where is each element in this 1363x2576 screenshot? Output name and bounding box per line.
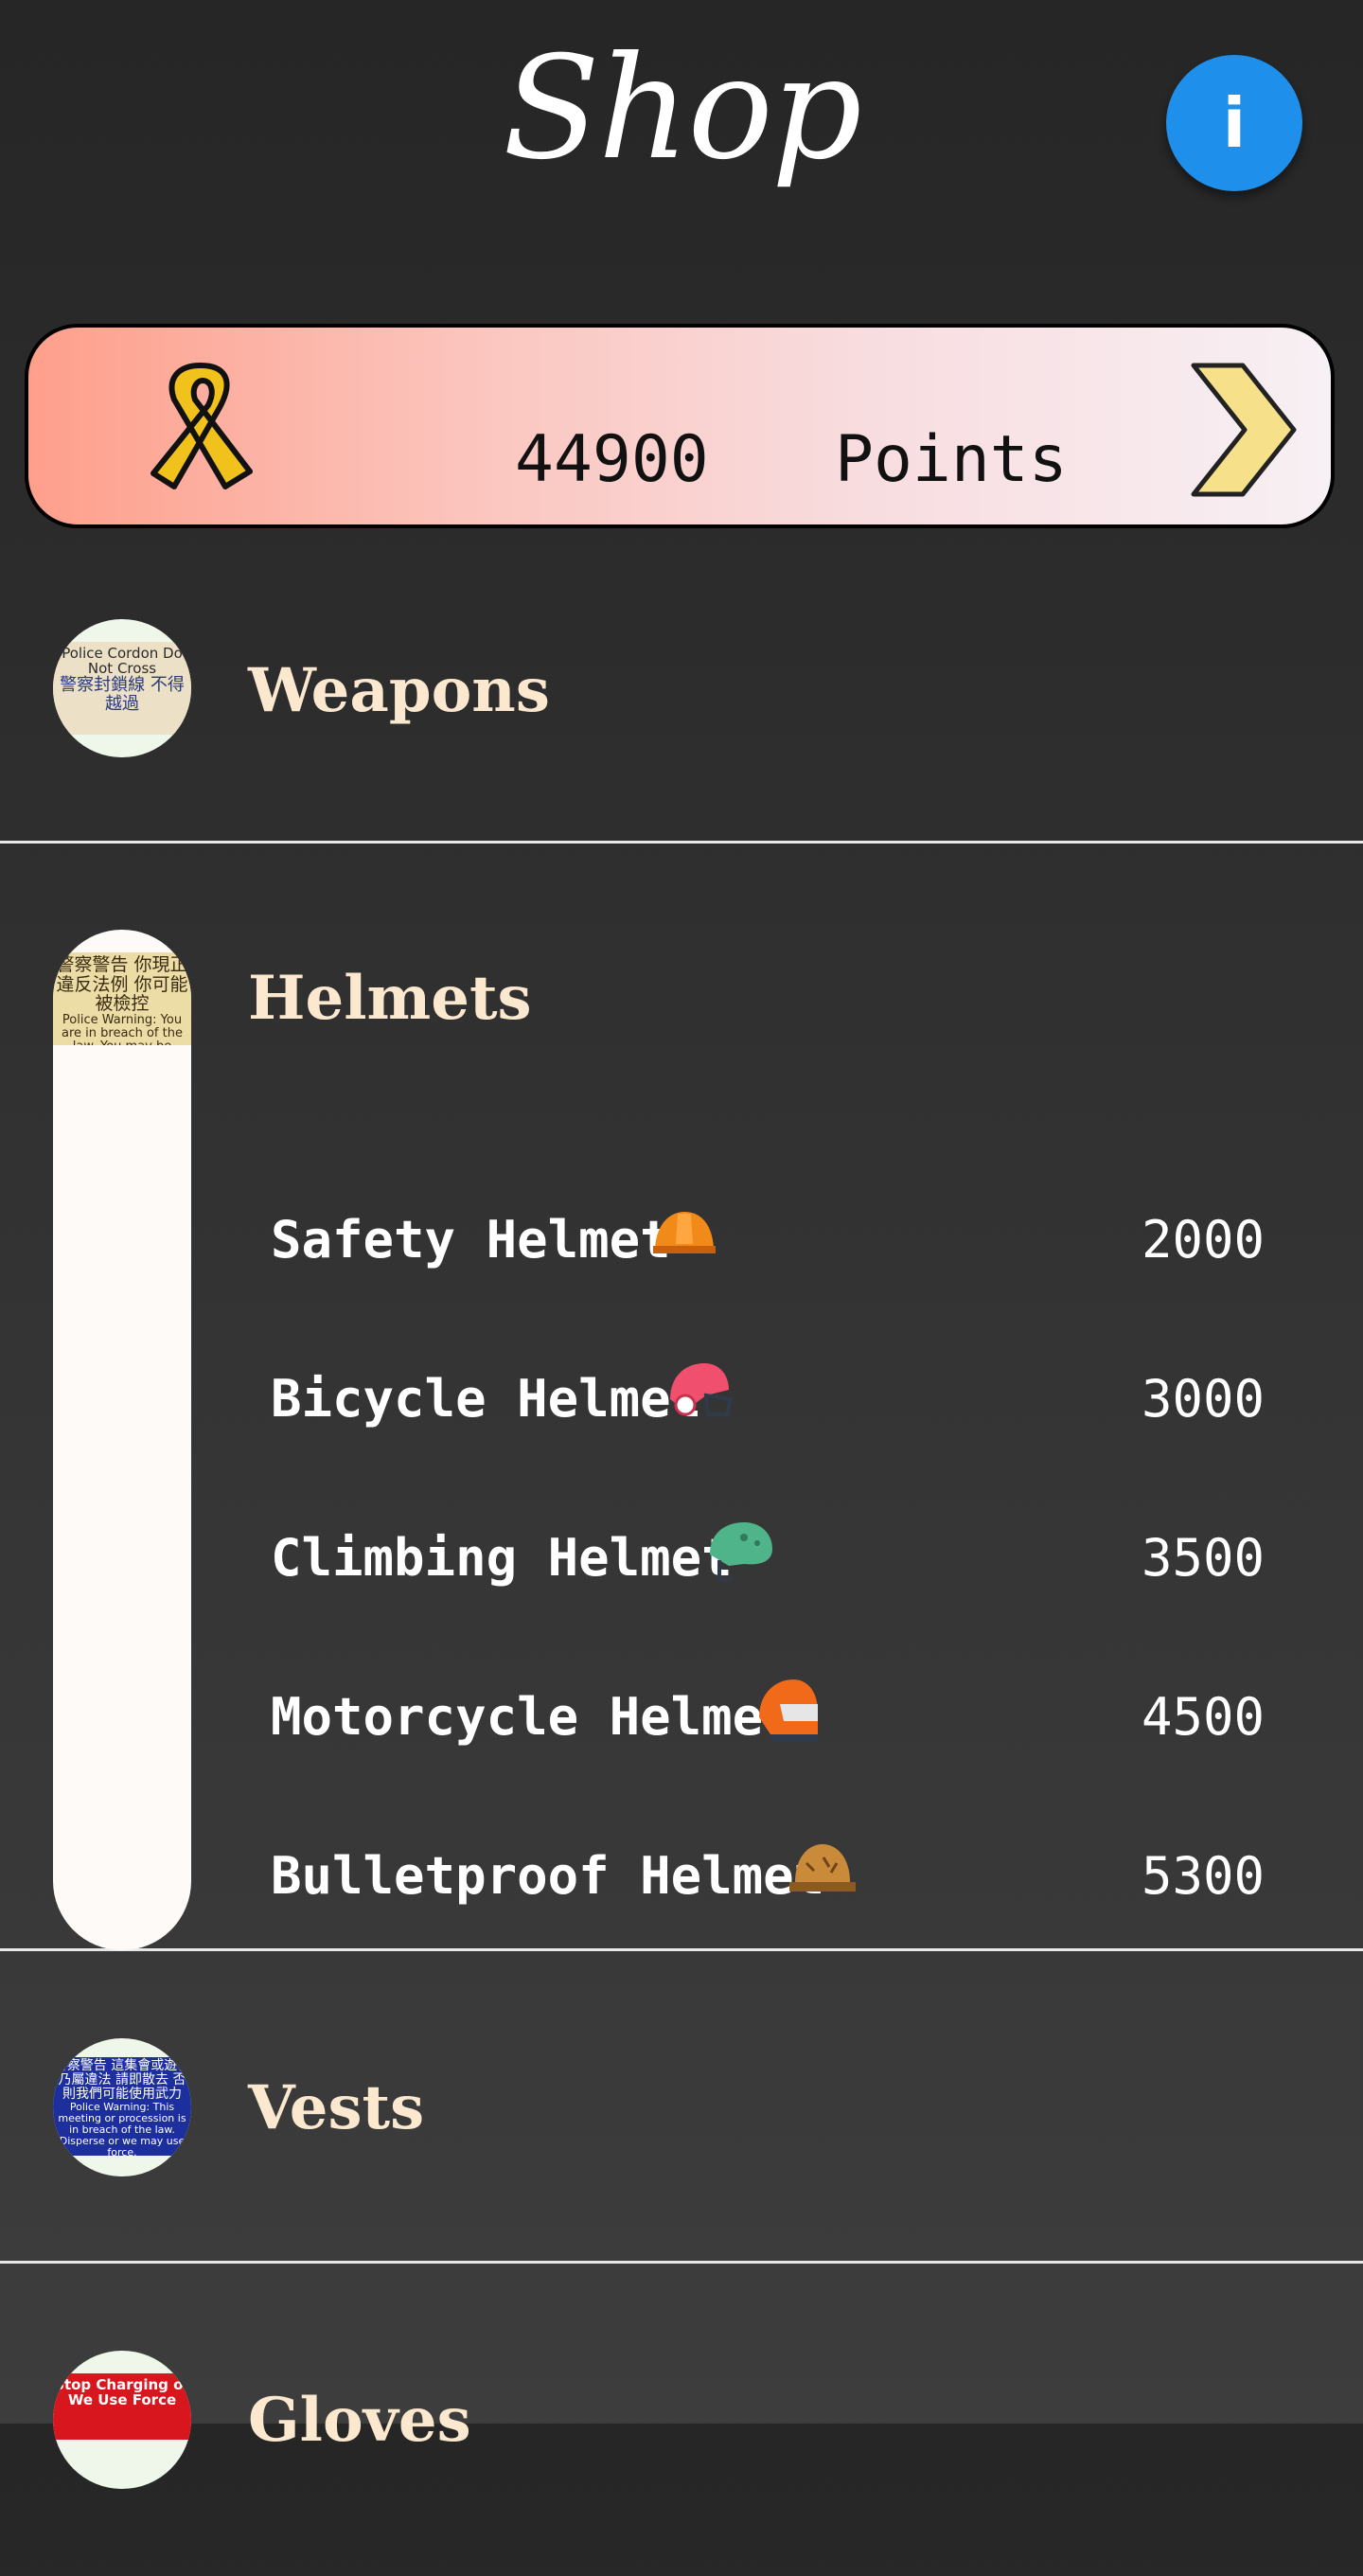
category-title-gloves: Gloves bbox=[248, 2385, 471, 2456]
police-dispersal-sign-icon: 警察警告 這集會或遊行乃屬違法 請即散去 否則我們可能使用武力 Police W… bbox=[53, 2038, 191, 2176]
category-title-helmets: Helmets bbox=[248, 963, 532, 1034]
category-title-vests: Vests bbox=[248, 2072, 425, 2143]
item-price: 4500 bbox=[1141, 1687, 1265, 1747]
info-icon: i bbox=[1222, 83, 1247, 163]
hard-hat-icon bbox=[653, 1212, 716, 1253]
chevron-right-icon[interactable] bbox=[1188, 362, 1300, 498]
points-value: 44900 bbox=[515, 422, 709, 497]
bicycle-helmet-icon bbox=[670, 1363, 734, 1416]
shop-item-climbing-helmet[interactable]: Climbing Helmet 3500 bbox=[271, 1509, 1265, 1604]
dispersal-sign-cn: 警察警告 這集會或遊行乃屬違法 請即散去 否則我們可能使用武力 bbox=[53, 2058, 191, 2103]
cordon-sign-cn: 警察封鎖線 不得越過 bbox=[60, 675, 185, 714]
page-title: Shop bbox=[503, 27, 862, 191]
points-banner[interactable]: 44900 Points bbox=[25, 324, 1335, 528]
dispersal-sign: 警察警告 這集會或遊行乃屬違法 請即散去 否則我們可能使用武力 Police W… bbox=[53, 2057, 191, 2156]
category-weapons[interactable]: Police Cordon Do Not Cross 警察封鎖線 不得越過 We… bbox=[0, 568, 1363, 844]
motorcycle-helmet-icon bbox=[759, 1679, 818, 1742]
police-warning-sign: 警察警告 你現正違反法例 你可能被檢控 Police Warning: You … bbox=[53, 952, 191, 1045]
item-name: Bicycle Helmet bbox=[271, 1369, 702, 1429]
item-name: Motorcycle Helmet bbox=[271, 1687, 794, 1747]
warning-sign-en: Police Warning: You are in breach of the… bbox=[62, 1012, 183, 1045]
item-price: 5300 bbox=[1141, 1846, 1265, 1906]
item-name: Safety Helmet bbox=[271, 1210, 671, 1270]
military-helmet-icon bbox=[789, 1844, 856, 1892]
police-cordon-sign-icon: Police Cordon Do Not Cross 警察封鎖線 不得越過 bbox=[53, 619, 191, 757]
dispersal-sign-en: Police Warning: This meeting or processi… bbox=[58, 2101, 186, 2156]
info-button[interactable]: i bbox=[1166, 55, 1302, 191]
item-price: 3000 bbox=[1141, 1369, 1265, 1429]
shop-item-motorcycle-helmet[interactable]: Motorcycle Helmet 4500 bbox=[271, 1668, 1265, 1763]
category-gloves[interactable]: Stop Charging or We Use Force Gloves bbox=[0, 2264, 1363, 2576]
points-unit-label: Points bbox=[835, 422, 1068, 497]
item-name: Climbing Helmet bbox=[271, 1528, 733, 1588]
shop-item-safety-helmet[interactable]: Safety Helmet 2000 bbox=[271, 1191, 1265, 1286]
warning-sign-cn: 警察警告 你現正違反法例 你可能被檢控 bbox=[56, 954, 188, 1015]
stop-charging-sign-icon: Stop Charging or We Use Force bbox=[53, 2351, 191, 2489]
shop-item-bicycle-helmet[interactable]: Bicycle Helmet 3000 bbox=[271, 1350, 1265, 1445]
shop-item-bulletproof-helmet[interactable]: Bulletproof Helmet 5300 bbox=[271, 1827, 1265, 1922]
helmets-scroll-track: 警察警告 你現正違反法例 你可能被檢控 Police Warning: You … bbox=[53, 930, 191, 1950]
yellow-ribbon-icon bbox=[150, 363, 253, 489]
cordon-sign-en: Police Cordon Do Not Cross bbox=[62, 645, 183, 678]
stop-charging-sign: Stop Charging or We Use Force bbox=[53, 2373, 191, 2440]
item-price: 2000 bbox=[1141, 1210, 1265, 1270]
category-vests[interactable]: 警察警告 這集會或遊行乃屬違法 請即散去 否則我們可能使用武力 Police W… bbox=[0, 1951, 1363, 2264]
category-title-weapons: Weapons bbox=[248, 655, 550, 726]
cordon-sign: Police Cordon Do Not Cross 警察封鎖線 不得越過 bbox=[53, 642, 191, 735]
item-price: 3500 bbox=[1141, 1528, 1265, 1588]
item-name: Bulletproof Helmet bbox=[271, 1846, 825, 1906]
climbing-helmet-icon bbox=[710, 1522, 772, 1583]
